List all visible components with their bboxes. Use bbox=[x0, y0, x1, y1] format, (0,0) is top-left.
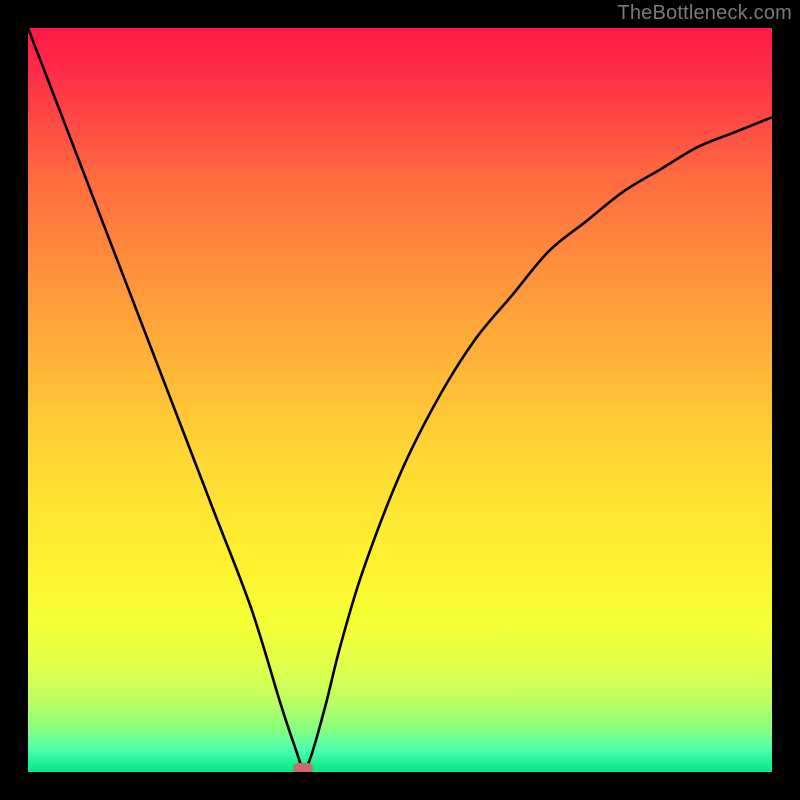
watermark-text: TheBottleneck.com bbox=[617, 2, 792, 25]
plot-area bbox=[28, 28, 772, 772]
chart-frame: TheBottleneck.com bbox=[0, 0, 800, 800]
bottleneck-curve bbox=[28, 28, 772, 772]
minimum-marker bbox=[293, 763, 313, 772]
